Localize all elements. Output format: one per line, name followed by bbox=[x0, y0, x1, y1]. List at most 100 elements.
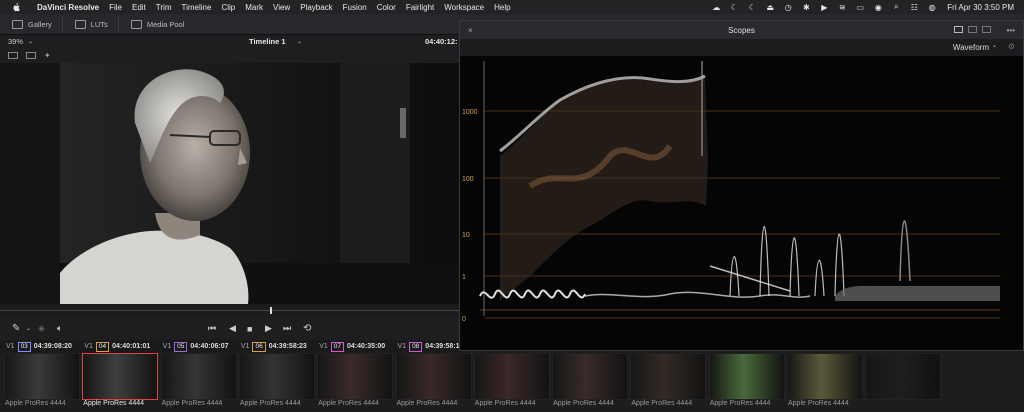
clip-timecode-text: 04:40:06:07 bbox=[190, 343, 229, 350]
clip-thumbnail[interactable] bbox=[4, 353, 80, 400]
scrub-bar[interactable] bbox=[0, 304, 462, 317]
menu-workspace[interactable]: Workspace bbox=[444, 3, 484, 12]
clip-thumbnail[interactable] bbox=[552, 353, 629, 400]
bluetooth-icon[interactable]: ✱ bbox=[801, 3, 811, 12]
menu-timeline[interactable]: Timeline bbox=[182, 3, 212, 12]
clip-codec-label: Apple ProRes 4444 bbox=[239, 400, 301, 407]
menu-playback[interactable]: Playback bbox=[300, 3, 332, 12]
clip-codec-label: Apple ProRes 4444 bbox=[631, 400, 693, 407]
clip-timecode-text: 04:39:58:14 bbox=[425, 343, 464, 350]
single-layout-icon[interactable] bbox=[954, 26, 963, 33]
clip-thumbnail[interactable] bbox=[708, 353, 785, 400]
layers-icon[interactable]: ◈ bbox=[38, 323, 45, 334]
scale-label: 10 bbox=[462, 232, 470, 239]
clip-thumbnail[interactable] bbox=[395, 353, 472, 400]
timeline-name[interactable]: Timeline 1 bbox=[249, 37, 286, 46]
menu-clip[interactable]: Clip bbox=[221, 3, 235, 12]
menu-fusion[interactable]: Fusion bbox=[343, 3, 367, 12]
play-icon[interactable]: ▶ bbox=[265, 323, 272, 334]
eject-icon[interactable]: ⏏ bbox=[765, 3, 775, 12]
chevron-down-icon[interactable]: ⌄ bbox=[26, 325, 31, 332]
viewer[interactable] bbox=[0, 63, 462, 304]
stop-icon[interactable]: ■ bbox=[247, 324, 252, 334]
menu-help[interactable]: Help bbox=[494, 3, 510, 12]
track-label: V1 bbox=[6, 343, 15, 350]
track-label: V1 bbox=[319, 343, 328, 350]
menu-fairlight[interactable]: Fairlight bbox=[406, 3, 434, 12]
clip-thumbnail[interactable] bbox=[82, 353, 159, 400]
close-icon[interactable]: × bbox=[468, 26, 473, 35]
clip-thumbnail[interactable] bbox=[630, 353, 707, 400]
more-options-icon[interactable]: ••• bbox=[1007, 26, 1015, 35]
menu-trim[interactable]: Trim bbox=[156, 3, 172, 12]
clip-codec-label: Apple ProRes 4444 bbox=[396, 400, 458, 407]
loop-icon[interactable]: ⟲ bbox=[303, 323, 311, 334]
playhead[interactable] bbox=[270, 307, 272, 314]
clip-codec-label: Apple ProRes 4444 bbox=[5, 400, 66, 407]
dual-layout-icon[interactable] bbox=[968, 26, 977, 33]
luts-icon bbox=[74, 19, 86, 29]
magic-wand-icon[interactable]: ✦ bbox=[44, 52, 54, 60]
clip-thumbnail[interactable] bbox=[317, 353, 394, 400]
clip-timecode-text: 04:39:08:20 bbox=[33, 343, 72, 350]
scope-settings-icon[interactable]: ⚙︎ bbox=[1008, 42, 1015, 51]
clip-codec-label: Apple ProRes 4444 bbox=[474, 400, 536, 407]
clip-number-badge: 07 bbox=[330, 341, 344, 352]
menu-clock[interactable]: Fri Apr 30 3:50 PM bbox=[947, 3, 1014, 12]
menu-file[interactable]: File bbox=[109, 3, 122, 12]
menu-mark[interactable]: Mark bbox=[245, 3, 263, 12]
clip-codec-label: Apple ProRes 4444 bbox=[709, 400, 771, 407]
viewer-tools: ✦ bbox=[0, 48, 462, 63]
search-icon[interactable]: ⌕ bbox=[891, 2, 901, 11]
clip-thumbnail[interactable] bbox=[160, 353, 237, 400]
scopes-panel: × Scopes ••• Waveform ⌄ ⚙︎ 1000 100 10 1 0 bbox=[459, 20, 1024, 351]
moon-icon[interactable]: ☾ bbox=[729, 3, 739, 12]
track-label: V1 bbox=[84, 343, 93, 350]
clip-thumbnail[interactable] bbox=[473, 353, 550, 400]
scopes-title: Scopes bbox=[728, 25, 755, 35]
app-menu[interactable]: DaVinci Resolve bbox=[37, 3, 99, 12]
clip-thumbnail[interactable] bbox=[787, 353, 863, 400]
track-label: V1 bbox=[397, 343, 407, 350]
creative-cloud-icon[interactable]: ☁ bbox=[711, 3, 721, 12]
menu-color[interactable]: Color bbox=[377, 3, 396, 12]
chevron-down-icon: ⌄ bbox=[297, 39, 303, 45]
battery-icon[interactable]: ▭ bbox=[855, 3, 865, 12]
history-icon[interactable]: ◷ bbox=[783, 3, 793, 12]
clip-timecode: V1 03 04:39:08:20 bbox=[2, 340, 80, 353]
clip-timecode-text: 04:40:01:01 bbox=[112, 343, 151, 350]
transport-controls: ✎ ⌄ ◈ 🔈︎ ⏮︎ ◀ ■ ▶ ⏭︎ ⟲ bbox=[0, 317, 462, 340]
color-picker-icon[interactable]: ✎ bbox=[12, 323, 20, 334]
media-pool-button[interactable]: Media Pool bbox=[130, 17, 195, 31]
scale-label: 1000 bbox=[462, 109, 478, 116]
play-icon[interactable]: ▶ bbox=[819, 3, 829, 12]
zoom-select[interactable]: 39% bbox=[8, 37, 23, 46]
split-viewer-icon[interactable] bbox=[26, 52, 36, 59]
speaker-icon[interactable]: 🔈︎ bbox=[57, 323, 62, 334]
quad-layout-icon[interactable] bbox=[982, 26, 991, 33]
skip-forward-icon[interactable]: ⏭︎ bbox=[283, 323, 291, 334]
siri-icon[interactable]: ◍ bbox=[927, 3, 937, 12]
play-reverse-icon[interactable]: ◀ bbox=[229, 323, 236, 334]
skip-back-icon[interactable]: ⏮︎ bbox=[208, 323, 216, 334]
menu-edit[interactable]: Edit bbox=[132, 3, 146, 12]
wifi-icon[interactable]: ≋ bbox=[837, 3, 847, 12]
luts-button[interactable]: LUTs bbox=[74, 17, 119, 31]
moon-icon[interactable]: ☾ bbox=[747, 3, 757, 12]
clip-codec-label: Apple ProRes 4444 bbox=[553, 400, 614, 407]
scale-label: 100 bbox=[462, 176, 474, 183]
single-viewer-icon[interactable] bbox=[8, 52, 18, 59]
user-icon[interactable]: ◉ bbox=[873, 3, 883, 12]
clip-thumbnail[interactable] bbox=[865, 353, 942, 400]
clip-thumbnail[interactable] bbox=[238, 353, 315, 400]
clip-number-badge: 03 bbox=[17, 341, 31, 352]
apple-menu-icon[interactable] bbox=[11, 2, 21, 12]
clip-codec-label: Apple ProRes 4444 bbox=[161, 400, 223, 407]
video-frame bbox=[60, 63, 462, 304]
menu-view[interactable]: View bbox=[273, 3, 290, 12]
scope-mode-select[interactable]: Waveform bbox=[953, 43, 989, 52]
clip-timecode: V1 06 04:39:58:23 bbox=[237, 340, 315, 353]
clip-number-badge: 05 bbox=[174, 341, 188, 352]
control-center-icon[interactable]: ☷ bbox=[909, 3, 919, 12]
gallery-button[interactable]: Gallery bbox=[12, 17, 63, 31]
